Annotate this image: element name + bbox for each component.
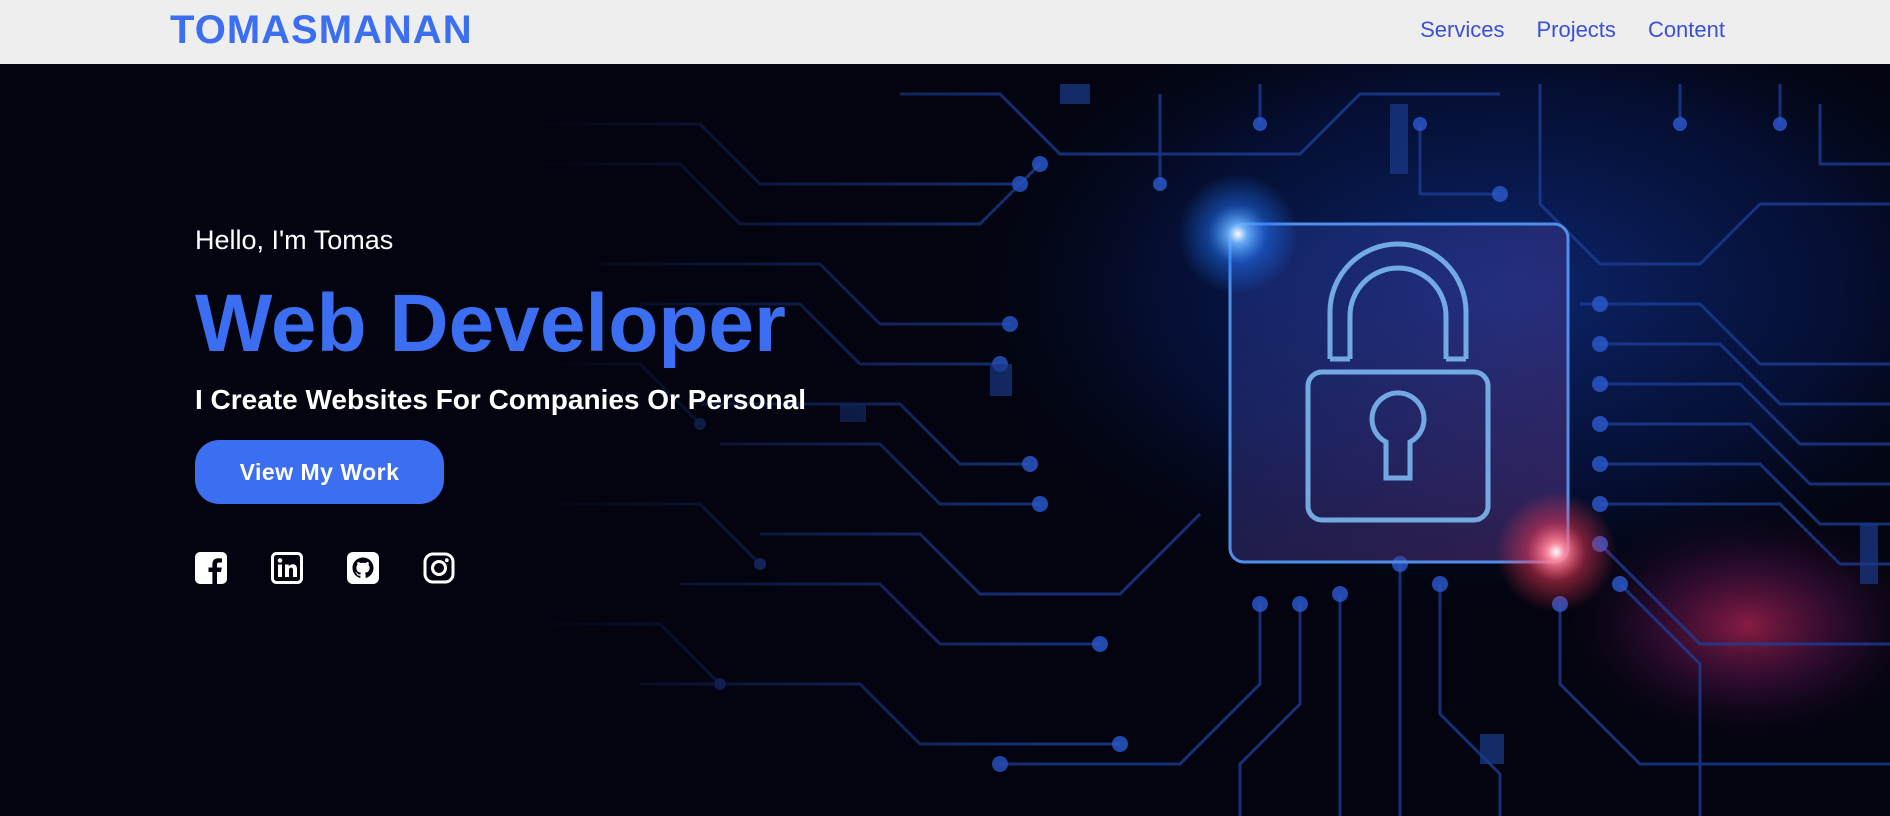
nav-links: Services Projects Content: [1420, 16, 1725, 44]
hero-subline: I Create Websites For Companies Or Perso…: [195, 384, 807, 415]
hero-headline: Web Developer: [195, 278, 786, 369]
hero-greeting: Hello, I'm Tomas: [195, 225, 394, 255]
hero-content: Hello, I'm Tomas Web Developer I Create …: [195, 64, 995, 816]
view-my-work-button[interactable]: View My Work: [195, 440, 444, 504]
social-links: [195, 552, 455, 584]
instagram-icon[interactable]: [423, 552, 455, 584]
facebook-icon[interactable]: [195, 552, 227, 584]
nav-link-services[interactable]: Services: [1420, 16, 1504, 44]
navbar: TOMASMANAN Services Projects Content: [0, 0, 1890, 64]
github-icon[interactable]: [347, 552, 379, 584]
site-logo[interactable]: TOMASMANAN: [170, 8, 473, 52]
nav-link-projects[interactable]: Projects: [1536, 16, 1615, 44]
hero-section: Hello, I'm Tomas Web Developer I Create …: [0, 64, 1890, 816]
linkedin-icon[interactable]: [271, 552, 303, 584]
nav-link-content[interactable]: Content: [1648, 16, 1725, 44]
